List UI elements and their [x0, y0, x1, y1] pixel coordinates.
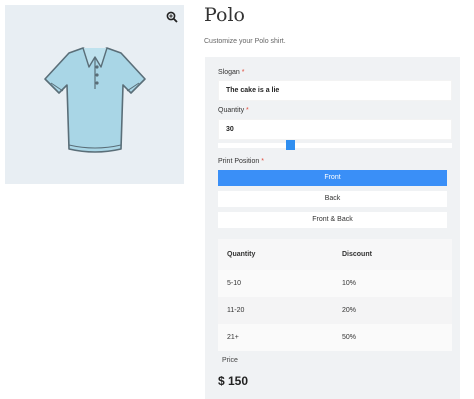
slogan-input[interactable]: The cake is a lie — [218, 80, 452, 101]
print-position-label-text: Print Position — [218, 158, 260, 165]
print-position-front-back-button[interactable]: Front & Back — [218, 212, 447, 228]
zoom-in-icon[interactable] — [166, 11, 178, 23]
required-mark: * — [246, 107, 249, 114]
table-header-row: Quantity Discount — [218, 239, 452, 270]
product-image[interactable] — [5, 5, 184, 184]
slider-thumb[interactable] — [286, 140, 295, 150]
discount-table: Quantity Discount 5-10 10% 11-20 20% 21+… — [218, 239, 452, 351]
quantity-label: Quantity * — [218, 107, 249, 114]
cell-discount: 20% — [342, 307, 357, 314]
slogan-label-text: Slogan — [218, 69, 240, 76]
required-mark: * — [241, 69, 245, 76]
print-position-label: Print Position * — [218, 158, 264, 165]
cell-quantity: 11-20 — [227, 307, 245, 314]
cell-discount: 50% — [342, 334, 357, 341]
cell-discount: 10% — [342, 280, 357, 287]
header-quantity: Quantity — [227, 251, 256, 258]
cell-quantity: 21+ — [227, 334, 239, 341]
product-subtitle: Customize your Polo shirt. — [204, 38, 286, 45]
slogan-label: Slogan * — [218, 69, 244, 76]
product-title: Polo — [204, 4, 245, 26]
quantity-input[interactable]: 30 — [218, 119, 452, 140]
price-label: Price — [222, 357, 238, 364]
table-row: 11-20 20% — [218, 297, 452, 324]
print-position-front-button[interactable]: Front — [218, 170, 447, 186]
polo-shirt-icon — [44, 47, 146, 153]
quantity-slider[interactable] — [218, 140, 452, 151]
table-row: 5-10 10% — [218, 270, 452, 297]
print-position-back-button[interactable]: Back — [218, 191, 447, 207]
slider-track[interactable] — [218, 143, 452, 148]
price-value: $ 150 — [218, 374, 249, 388]
header-discount: Discount — [342, 251, 372, 258]
quantity-label-text: Quantity — [218, 107, 245, 114]
table-row: 21+ 50% — [218, 324, 452, 351]
cell-quantity: 5-10 — [227, 280, 242, 287]
required-mark: * — [261, 158, 264, 165]
